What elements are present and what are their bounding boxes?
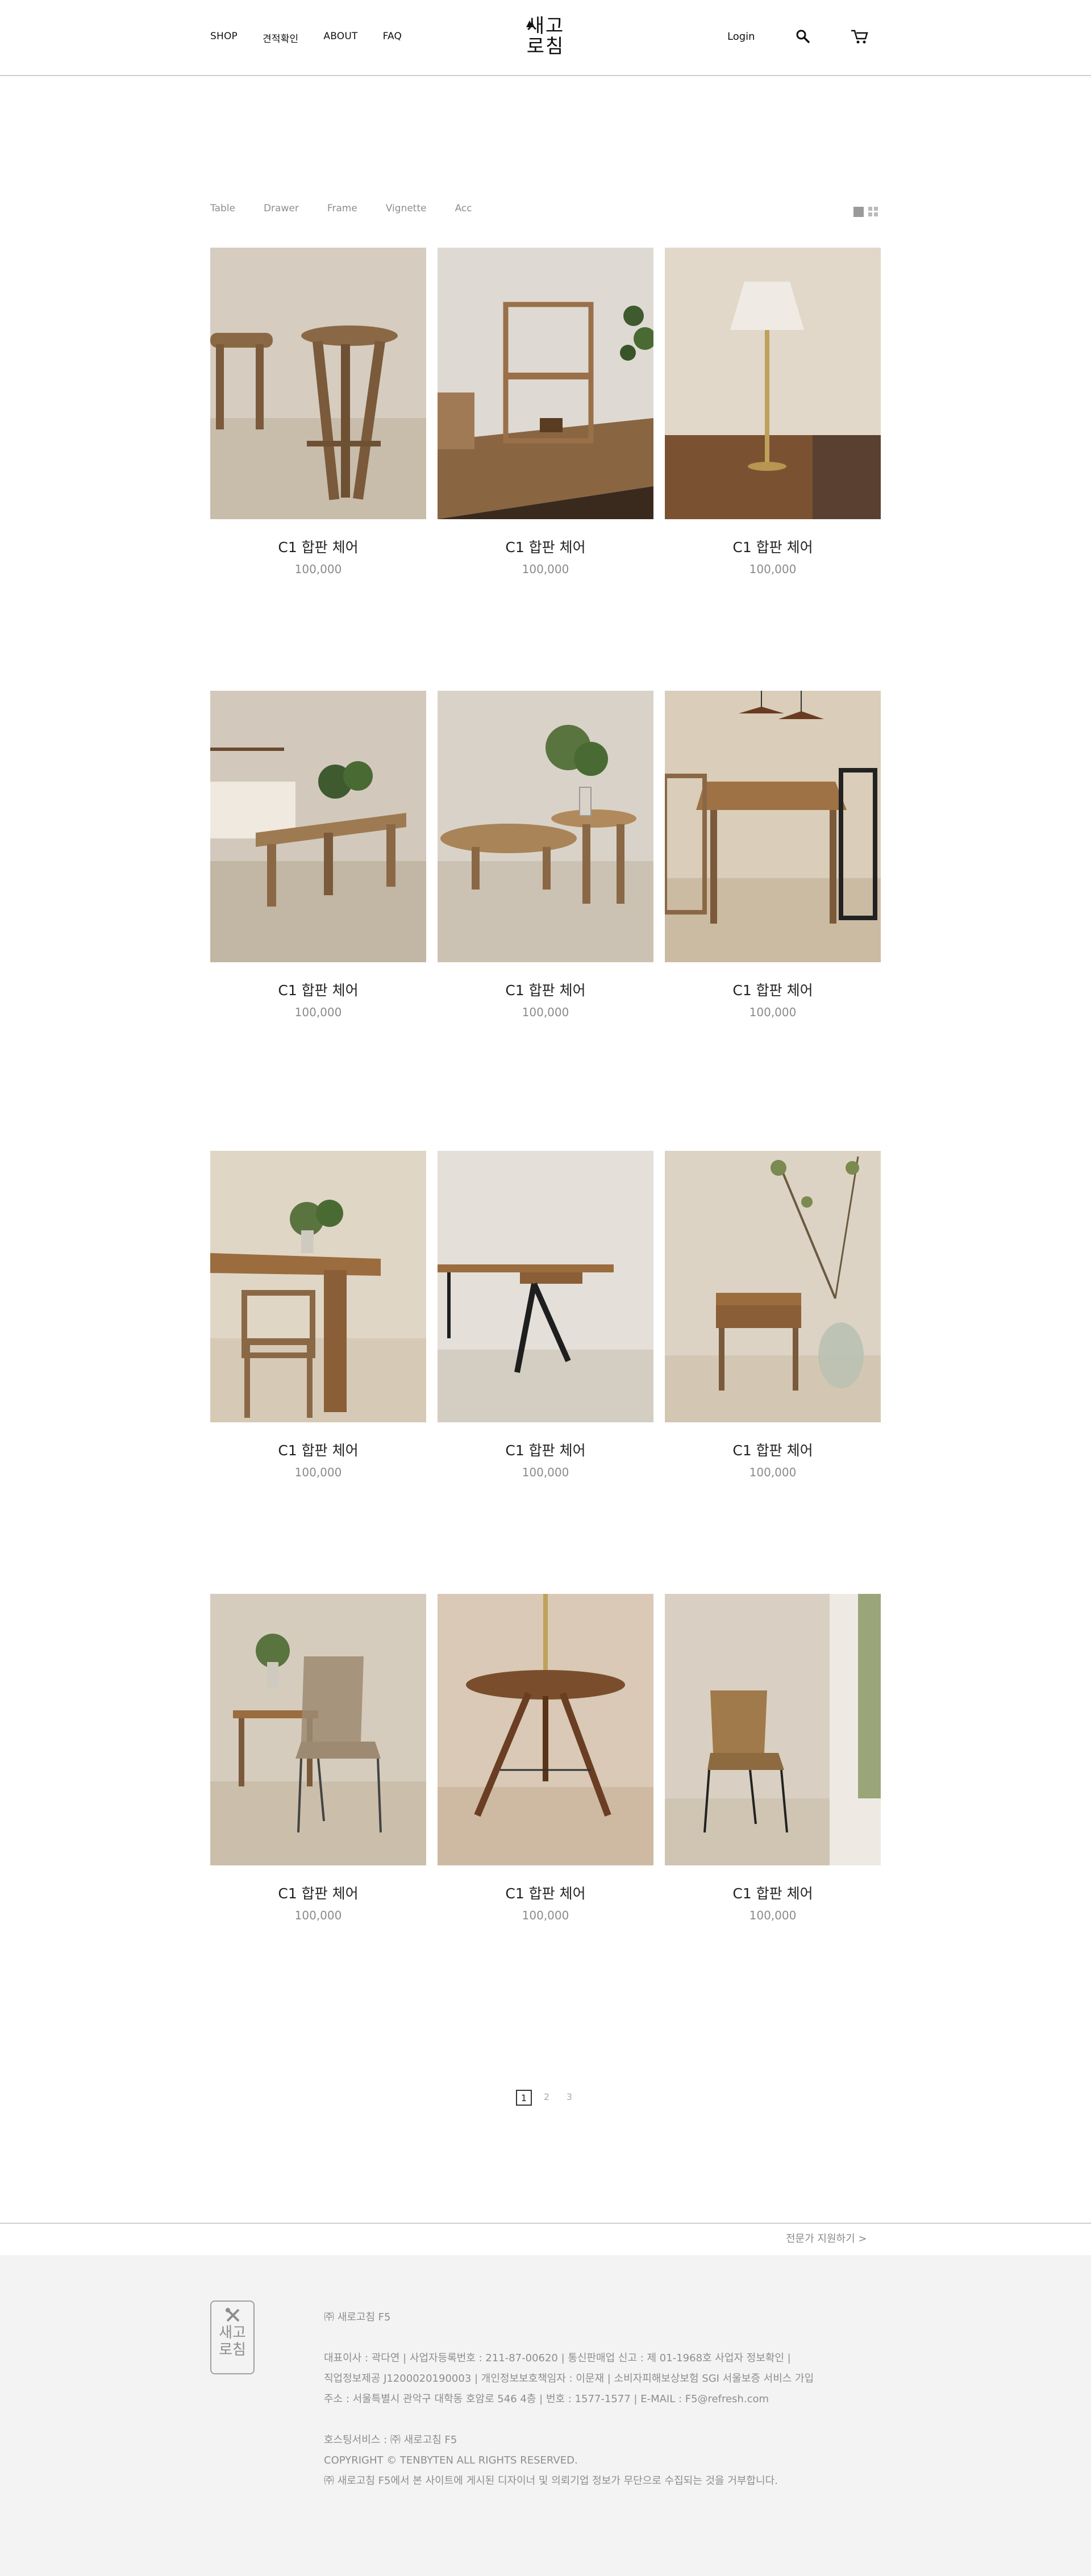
footer-info: ㈜ 새로고침 F5 대표이사 : 곽다연 | 사업자등록번호 : 211-87-…	[324, 2307, 814, 2491]
nav-faq[interactable]: FAQ	[383, 31, 402, 45]
footer-notice: ㈜ 새로고침 F5에서 본 사이트에 게시된 디자이너 및 의뢰기업 정보가 무…	[324, 2475, 778, 2487]
product-name[interactable]: C1 합판 체어	[438, 1439, 653, 1460]
footer-info-line1: 대표이사 : 곽다연 | 사업자등록번호 : 211-87-00620 | 통신…	[324, 2352, 791, 2364]
product-price: 100,000	[749, 1909, 797, 1922]
product-price: 100,000	[522, 1909, 569, 1922]
login-link[interactable]: Login	[727, 31, 755, 43]
footer-hosting: 호스팅서비스 : ㈜ 새로고침 F5	[324, 2434, 457, 2446]
product-card[interactable]: C1 합판 체어 100,000	[210, 1594, 426, 1922]
product-name[interactable]: C1 합판 체어	[210, 1882, 426, 1903]
product-name[interactable]: C1 합판 체어	[210, 979, 426, 1000]
product-card[interactable]: C1 합판 체어 100,000	[210, 691, 426, 1019]
product-image[interactable]	[438, 1151, 653, 1422]
product-name[interactable]: C1 합판 체어	[665, 979, 881, 1000]
product-card[interactable]: C1 합판 체어 100,000	[438, 1151, 653, 1479]
product-card[interactable]: C1 합판 체어 100,000	[665, 1594, 881, 1922]
footer-company: ㈜ 새로고침 F5	[324, 2311, 391, 2323]
tools-icon	[225, 2307, 241, 2323]
product-card[interactable]: C1 합판 체어 100,000	[665, 1151, 881, 1479]
product-price: 100,000	[749, 1005, 797, 1019]
page-3[interactable]: 3	[561, 2090, 577, 2106]
product-image[interactable]	[210, 691, 426, 962]
filter-frame[interactable]: Frame	[327, 203, 357, 214]
site-header: SHOP 견적확인 ABOUT FAQ 새고 로침 Login	[0, 0, 1091, 76]
product-name[interactable]: C1 합판 체어	[438, 1882, 653, 1903]
product-price: 100,000	[294, 562, 342, 576]
product-image[interactable]	[438, 1594, 653, 1865]
product-card[interactable]: C1 합판 체어 100,000	[438, 1594, 653, 1922]
pagination: 1 2 3	[516, 2090, 577, 2106]
cart-icon[interactable]	[851, 28, 868, 44]
product-name[interactable]: C1 합판 체어	[665, 1882, 881, 1903]
product-image[interactable]	[665, 1594, 881, 1865]
view-toggle	[853, 207, 878, 217]
nav-about[interactable]: ABOUT	[323, 31, 357, 45]
product-price: 100,000	[294, 1005, 342, 1019]
footer-info-line2: 직업정보제공 J1200020190003 | 개인정보보호책임자 : 이문재 …	[324, 2373, 814, 2385]
footer-logo-line1: 새고	[219, 2324, 246, 2341]
product-name[interactable]: C1 합판 체어	[665, 536, 881, 557]
product-price: 100,000	[749, 1466, 797, 1479]
product-name[interactable]: C1 합판 체어	[665, 1439, 881, 1460]
expert-apply-link[interactable]: 전문가 지원하기 >	[786, 2231, 867, 2245]
product-card[interactable]: C1 합판 체어 100,000	[665, 248, 881, 576]
product-price: 100,000	[522, 1466, 569, 1479]
page-1[interactable]: 1	[516, 2090, 532, 2106]
product-name[interactable]: C1 합판 체어	[438, 979, 653, 1000]
product-image[interactable]	[210, 1594, 426, 1865]
product-price: 100,000	[522, 1005, 569, 1019]
product-image[interactable]	[438, 248, 653, 519]
product-card[interactable]: C1 합판 체어 100,000	[210, 1151, 426, 1479]
logo-line2: 로침	[526, 35, 565, 58]
product-price: 100,000	[294, 1909, 342, 1922]
product-image[interactable]	[665, 248, 881, 519]
main-nav: SHOP 견적확인 ABOUT FAQ	[210, 31, 427, 45]
header-actions: Login	[727, 28, 906, 44]
product-name[interactable]: C1 합판 체어	[210, 536, 426, 557]
product-price: 100,000	[294, 1466, 342, 1479]
category-filter: Table Drawer Frame Vignette Acc	[210, 203, 501, 214]
grid-view-icon[interactable]	[868, 207, 878, 217]
product-card[interactable]: C1 합판 체어 100,000	[210, 248, 426, 576]
logo-mark-icon	[526, 20, 533, 27]
footer-copyright: COPYRIGHT © TENBYTEN ALL RIGHTS RESERVED…	[324, 2454, 578, 2466]
site-logo[interactable]: 새고 로침	[523, 16, 568, 57]
product-image[interactable]	[438, 691, 653, 962]
product-image[interactable]	[665, 1151, 881, 1422]
filter-vignette[interactable]: Vignette	[386, 203, 427, 214]
filter-table[interactable]: Table	[210, 203, 235, 214]
filter-drawer[interactable]: Drawer	[264, 203, 299, 214]
product-image[interactable]	[665, 691, 881, 962]
product-card[interactable]: C1 합판 체어 100,000	[438, 691, 653, 1019]
site-footer: 새고 로침 ㈜ 새로고침 F5 대표이사 : 곽다연 | 사업자등록번호 : 2…	[0, 2255, 1091, 2576]
product-name[interactable]: C1 합판 체어	[210, 1439, 426, 1460]
product-image[interactable]	[210, 1151, 426, 1422]
search-icon[interactable]	[795, 28, 811, 44]
filter-acc[interactable]: Acc	[455, 203, 472, 214]
product-image[interactable]	[210, 248, 426, 519]
footer-info-line3: 주소 : 서울특별시 관악구 대학동 호암로 546 4층 | 번호 : 157…	[324, 2393, 769, 2405]
nav-shop[interactable]: SHOP	[210, 31, 238, 45]
footer-logo: 새고 로침	[210, 2301, 255, 2374]
product-price: 100,000	[522, 562, 569, 576]
product-name[interactable]: C1 합판 체어	[438, 536, 653, 557]
single-view-icon[interactable]	[853, 207, 864, 217]
nav-quote[interactable]: 견적확인	[263, 31, 298, 45]
product-price: 100,000	[749, 562, 797, 576]
page-2[interactable]: 2	[539, 2090, 555, 2106]
footer-divider	[0, 2223, 1091, 2224]
product-card[interactable]: C1 합판 체어 100,000	[438, 248, 653, 576]
footer-logo-line2: 로침	[219, 2341, 246, 2358]
product-card[interactable]: C1 합판 체어 100,000	[665, 691, 881, 1019]
